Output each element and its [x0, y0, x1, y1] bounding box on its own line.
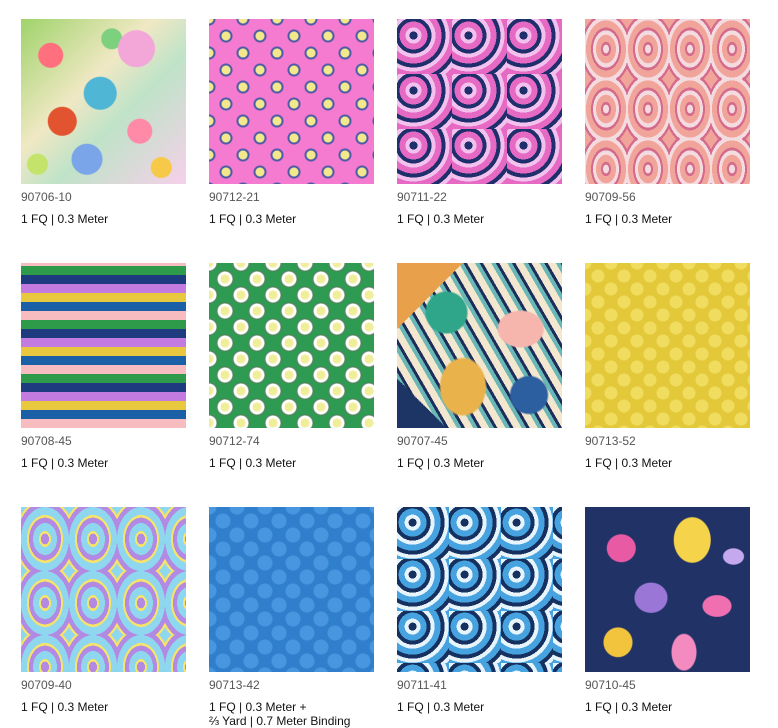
fabric-swatch-image[interactable]	[209, 19, 374, 184]
fabric-swatch-image[interactable]	[585, 263, 750, 428]
fabric-card[interactable]: 90712-21 1 FQ | 0.3 Meter	[209, 19, 374, 226]
fabric-code: 90708-45	[21, 434, 72, 448]
fabric-swatch-image[interactable]	[21, 19, 186, 184]
fabric-swatch-image[interactable]	[21, 263, 186, 428]
fabric-code: 90712-21	[209, 190, 260, 204]
fabric-card[interactable]: 90710-45 1 FQ | 0.3 Meter	[585, 507, 750, 714]
fabric-size-info: 1 FQ | 0.3 Meter +	[209, 700, 307, 714]
fabric-size-info: 1 FQ | 0.3 Meter	[585, 212, 673, 226]
fabric-card[interactable]: 90709-56 1 FQ | 0.3 Meter	[585, 19, 750, 226]
fabric-size-info: 1 FQ | 0.3 Meter	[585, 700, 673, 714]
fabric-swatch-image[interactable]	[397, 507, 562, 672]
fabric-swatch-image[interactable]	[397, 19, 562, 184]
fabric-card[interactable]: 90713-42 1 FQ | 0.3 Meter + ⅔ Yard | 0.7…	[209, 507, 374, 728]
fabric-swatch-image[interactable]	[585, 507, 750, 672]
fabric-swatch-image[interactable]	[585, 19, 750, 184]
fabric-card[interactable]: 90712-74 1 FQ | 0.3 Meter	[209, 263, 374, 470]
fabric-code: 90709-56	[585, 190, 636, 204]
fabric-code: 90711-41	[397, 678, 447, 692]
fabric-card[interactable]: 90707-45 1 FQ | 0.3 Meter	[397, 263, 562, 470]
fabric-code: 90706-10	[21, 190, 72, 204]
fabric-size-info: 1 FQ | 0.3 Meter	[397, 700, 485, 714]
fabric-swatch-image[interactable]	[209, 263, 374, 428]
fabric-code: 90709-40	[21, 678, 72, 692]
fabric-size-info: 1 FQ | 0.3 Meter	[21, 212, 109, 226]
fabric-card[interactable]: 90708-45 1 FQ | 0.3 Meter	[21, 263, 186, 470]
fabric-code: 90707-45	[397, 434, 448, 448]
fabric-card[interactable]: 90709-40 1 FQ | 0.3 Meter	[21, 507, 186, 714]
fabric-size-info: 1 FQ | 0.3 Meter	[209, 456, 297, 470]
fabric-code: 90710-45	[585, 678, 636, 692]
fabric-code: 90713-42	[209, 678, 260, 692]
fabric-size-info: 1 FQ | 0.3 Meter	[21, 456, 109, 470]
fabric-card[interactable]: 90713-52 1 FQ | 0.3 Meter	[585, 263, 750, 470]
fabric-card[interactable]: 90711-41 1 FQ | 0.3 Meter	[397, 507, 562, 714]
fabric-code: 90711-22	[397, 190, 447, 204]
fabric-size-info: 1 FQ | 0.3 Meter	[209, 212, 297, 226]
fabric-size-info: 1 FQ | 0.3 Meter	[585, 456, 673, 470]
fabric-card[interactable]: 90711-22 1 FQ | 0.3 Meter	[397, 19, 562, 226]
fabric-swatch-image[interactable]	[397, 263, 562, 428]
fabric-card[interactable]: 90706-10 1 FQ | 0.3 Meter	[21, 19, 186, 226]
fabric-size-info: 1 FQ | 0.3 Meter	[21, 700, 109, 714]
fabric-code: 90713-52	[585, 434, 636, 448]
fabric-swatch-image[interactable]	[21, 507, 186, 672]
fabric-swatch-image[interactable]	[209, 507, 374, 672]
fabric-size-info: 1 FQ | 0.3 Meter	[397, 456, 485, 470]
fabric-size-info: 1 FQ | 0.3 Meter	[397, 212, 485, 226]
fabric-swatch-grid: 90706-10 1 FQ | 0.3 Meter 90712-21 1 FQ …	[0, 0, 778, 728]
fabric-binding-info: ⅔ Yard | 0.7 Meter Binding	[209, 714, 351, 728]
fabric-code: 90712-74	[209, 434, 260, 448]
